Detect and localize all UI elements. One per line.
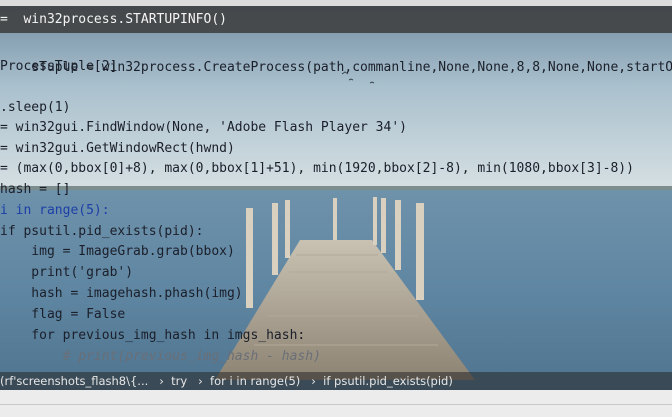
breadcrumb[interactable]: (rf'screenshots_flash8\{... › try › for … bbox=[0, 372, 672, 390]
divider bbox=[0, 404, 672, 405]
code-line: .sleep(1) bbox=[0, 100, 71, 115]
code-line: = win32process.STARTUPINFO() bbox=[0, 12, 227, 27]
code-line: if psutil.pid_exists(pid): bbox=[0, 224, 204, 239]
code-line: = (max(0,bbox[0]+8), max(0,bbox[1]+51), … bbox=[0, 161, 634, 176]
code-line: # print(previous_img_hash - hash) bbox=[0, 349, 321, 364]
code-line: = win32gui.FindWindow(None, 'Adobe Flash… bbox=[0, 120, 407, 135]
code-line: hash = [] bbox=[0, 182, 71, 197]
code-line: img = ImageGrab.grab(bbox) bbox=[0, 244, 235, 259]
code-line: hash = imagehash.phash(img) bbox=[0, 286, 243, 301]
code-line: ProcessTuple[2] bbox=[0, 59, 118, 74]
code-line: print('grab') bbox=[0, 265, 134, 280]
code-text: sTuple = win32process.CreateProcess(path… bbox=[31, 59, 672, 75]
code-line: sTuple = win32process.CreateProcess(path… bbox=[0, 35, 672, 75]
code-line: flag = False bbox=[0, 307, 126, 322]
code-line: i in range(5): bbox=[0, 203, 110, 218]
code-line: for previous_img_hash in imgs_hash: bbox=[0, 328, 306, 343]
code-line: = win32gui.GetWindowRect(hwnd) bbox=[0, 141, 235, 156]
